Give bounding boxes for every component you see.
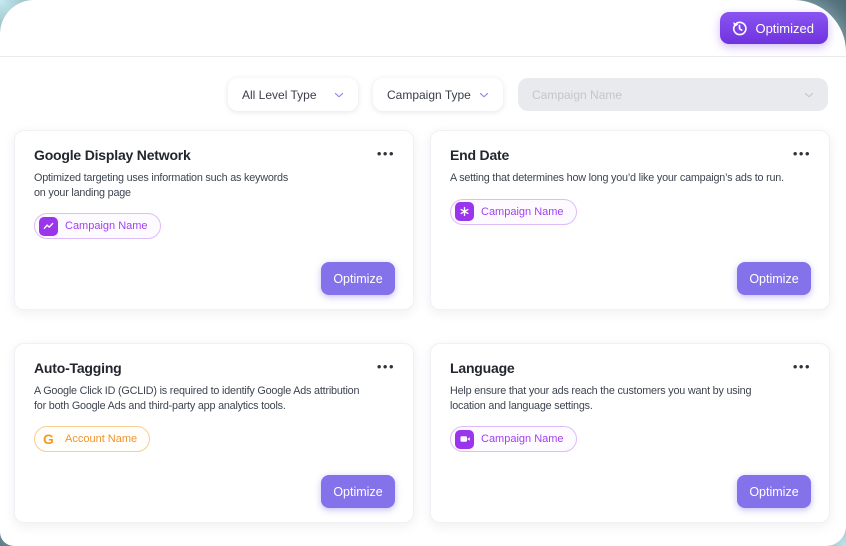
page-backdrop: Optimized All Level Type Campaign Type C… bbox=[0, 0, 846, 546]
more-menu-icon[interactable] bbox=[787, 360, 811, 374]
campaign-name-tag[interactable]: Campaign Name bbox=[34, 213, 161, 239]
top-bar: Optimized bbox=[0, 0, 846, 57]
cards-grid: Google Display Network Optimized targeti… bbox=[14, 130, 830, 523]
tag-label: Campaign Name bbox=[481, 433, 564, 445]
level-type-select[interactable]: All Level Type bbox=[228, 78, 358, 111]
filter-row: All Level Type Campaign Type Campaign Na… bbox=[0, 78, 846, 111]
campaign-name-tag[interactable]: Campaign Name bbox=[450, 198, 577, 225]
optimize-button[interactable]: Optimize bbox=[737, 262, 811, 295]
more-menu-icon[interactable] bbox=[371, 360, 395, 374]
tag-label: Account Name bbox=[65, 433, 138, 445]
card-description: A setting that determines how long you’d… bbox=[450, 172, 784, 184]
asterisk-icon bbox=[455, 202, 474, 221]
campaign-name-select: Campaign Name bbox=[518, 78, 828, 111]
line-chart-icon bbox=[39, 216, 58, 236]
card-title: Google Display Network bbox=[34, 147, 191, 163]
chevron-down-icon bbox=[477, 88, 491, 102]
card-language: Language Help ensure that your ads reach… bbox=[430, 343, 830, 523]
history-clock-icon bbox=[731, 20, 748, 37]
tag-label: Campaign Name bbox=[65, 220, 148, 232]
level-type-value: All Level Type bbox=[242, 87, 317, 102]
card-google-display-network: Google Display Network Optimized targeti… bbox=[14, 130, 414, 310]
card-description: Help ensure that your ads reach the cust… bbox=[450, 385, 752, 412]
card-description: A Google Click ID (GCLID) is required to… bbox=[34, 385, 360, 412]
campaign-type-select[interactable]: Campaign Type bbox=[373, 78, 503, 111]
card-end-date: End Date A setting that determines how l… bbox=[430, 130, 830, 310]
more-menu-icon[interactable] bbox=[787, 147, 811, 161]
card-description: Optimized targeting uses information suc… bbox=[34, 172, 289, 199]
more-menu-icon[interactable] bbox=[371, 147, 395, 161]
chevron-down-icon bbox=[802, 88, 816, 102]
account-name-tag[interactable]: G Account Name bbox=[34, 426, 151, 452]
optimize-button[interactable]: Optimize bbox=[321, 475, 395, 508]
optimize-button[interactable]: Optimize bbox=[737, 475, 811, 508]
main-panel: Optimized All Level Type Campaign Type C… bbox=[0, 0, 846, 546]
card-title: Auto-Tagging bbox=[34, 360, 122, 376]
optimize-button[interactable]: Optimize bbox=[321, 262, 395, 295]
tag-label: Campaign Name bbox=[481, 205, 564, 218]
optimized-button[interactable]: Optimized bbox=[720, 12, 828, 44]
video-camera-icon bbox=[455, 429, 474, 449]
campaign-type-value: Campaign Type bbox=[387, 87, 471, 102]
campaign-name-tag[interactable]: Campaign Name bbox=[450, 426, 577, 452]
card-title: End Date bbox=[450, 147, 510, 163]
google-g-icon: G bbox=[43, 431, 54, 447]
chevron-down-icon bbox=[332, 88, 346, 102]
optimized-button-label: Optimized bbox=[755, 20, 814, 36]
card-auto-tagging: Auto-Tagging A Google Click ID (GCLID) i… bbox=[14, 343, 414, 523]
card-title: Language bbox=[450, 360, 515, 376]
campaign-name-placeholder: Campaign Name bbox=[532, 87, 623, 102]
